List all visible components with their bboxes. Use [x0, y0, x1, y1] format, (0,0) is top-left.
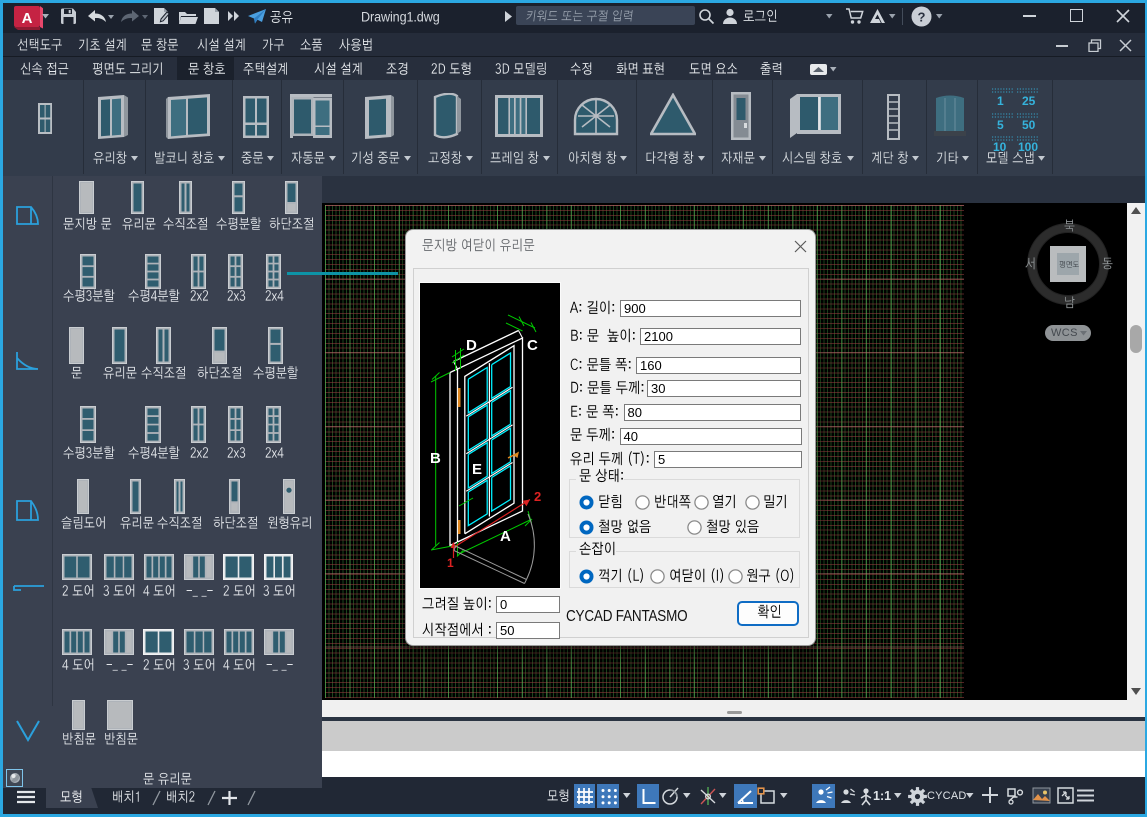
svg-text:C: C [527, 337, 538, 354]
svg-text:A: A [22, 10, 33, 27]
svg-text:1: 1 [447, 556, 454, 570]
svg-text:2: 2 [534, 489, 541, 504]
svg-text:B: B [430, 450, 441, 467]
svg-text:A: A [500, 528, 511, 545]
svg-text:D: D [466, 337, 477, 354]
svg-text:?: ? [918, 10, 926, 25]
svg-text:E: E [472, 461, 482, 478]
